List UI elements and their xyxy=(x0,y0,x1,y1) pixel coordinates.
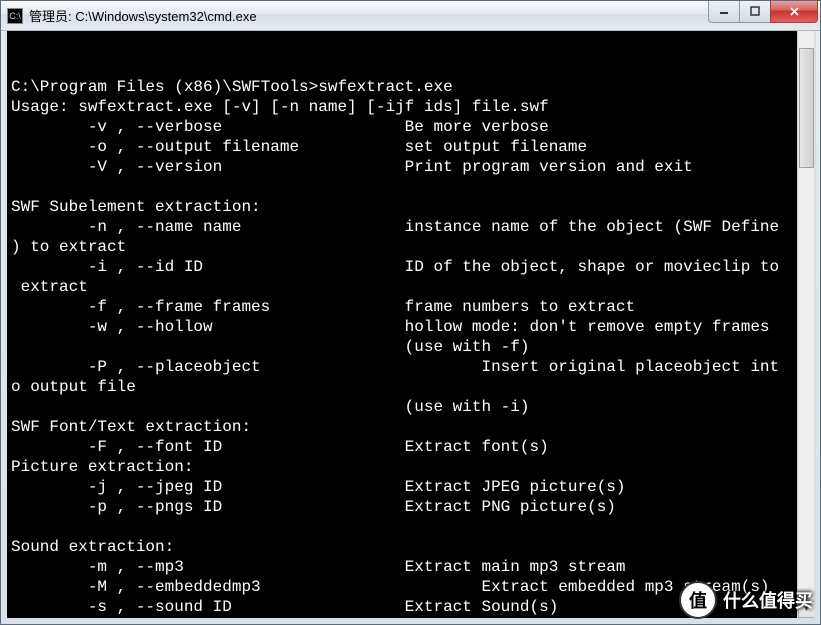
terminal-line: (use with -i) xyxy=(11,398,529,416)
terminal-line: Usage: swfextract.exe [-v] [-n name] [-i… xyxy=(11,98,549,116)
terminal-line: -m , --mp3 Extract main mp3 stream xyxy=(11,558,626,576)
terminal-line: -n , --name name instance name of the ob… xyxy=(11,218,779,236)
terminal-line: -v , --verbose Be more verbose xyxy=(11,118,549,136)
terminal-line: C:\Program Files (x86)\SWFTools>swfextra… xyxy=(11,78,453,96)
terminal-line: -P , --placeobject Insert original place… xyxy=(11,358,779,376)
terminal-line: -M , --embeddedmp3 Extract embedded mp3 … xyxy=(11,578,770,596)
terminal-line: -o , --output filename set output filena… xyxy=(11,138,587,156)
scroll-down-button[interactable]: ▼ xyxy=(798,601,815,618)
terminal-line: -V , --version Print program version and… xyxy=(11,158,693,176)
terminal-line: (use with -f) xyxy=(11,338,529,356)
vertical-scrollbar[interactable]: ▲ ▼ xyxy=(797,31,814,618)
terminal-line: -j , --jpeg ID Extract JPEG picture(s) xyxy=(11,478,626,496)
window-title: 管理员: C:\Windows\system32\cmd.exe xyxy=(29,6,709,25)
close-button[interactable] xyxy=(770,1,818,23)
close-icon xyxy=(789,6,800,17)
terminal-line: Picture extraction: xyxy=(11,458,193,476)
maximize-button[interactable] xyxy=(739,1,771,23)
minimize-button[interactable] xyxy=(708,1,740,23)
terminal-line: SWF Subelement extraction: xyxy=(11,198,261,216)
minimize-icon xyxy=(719,6,729,16)
scroll-thumb[interactable] xyxy=(799,48,814,168)
terminal-line: -f , --frame frames frame numbers to ext… xyxy=(11,298,635,316)
terminal-line: -w , --hollow hollow mode: don't remove … xyxy=(11,318,770,336)
terminal-line: -F , --font ID Extract font(s) xyxy=(11,438,549,456)
terminal-line: extract xyxy=(11,278,88,296)
title-bar[interactable]: C:\ 管理员: C:\Windows\system32\cmd.exe xyxy=(1,1,820,31)
cmd-icon: C:\ xyxy=(7,8,23,24)
terminal-line: ) to extract xyxy=(11,238,126,256)
scroll-track[interactable] xyxy=(798,48,815,601)
terminal-line: SWF Font/Text extraction: xyxy=(11,418,251,436)
cmd-window: C:\ 管理员: C:\Windows\system32\cmd.exe C:\… xyxy=(0,0,821,625)
maximize-icon xyxy=(750,6,760,16)
terminal-line: Sound extraction: xyxy=(11,538,174,556)
terminal-line: -p , --pngs ID Extract PNG picture(s) xyxy=(11,498,616,516)
terminal-line: -s , --sound ID Extract Sound(s) xyxy=(11,598,558,616)
terminal-line: -i , --id ID ID of the object, shape or … xyxy=(11,258,779,276)
terminal-output[interactable]: C:\Program Files (x86)\SWFTools>swfextra… xyxy=(5,31,816,620)
terminal-line: o output file xyxy=(11,378,136,396)
window-controls xyxy=(709,1,820,23)
